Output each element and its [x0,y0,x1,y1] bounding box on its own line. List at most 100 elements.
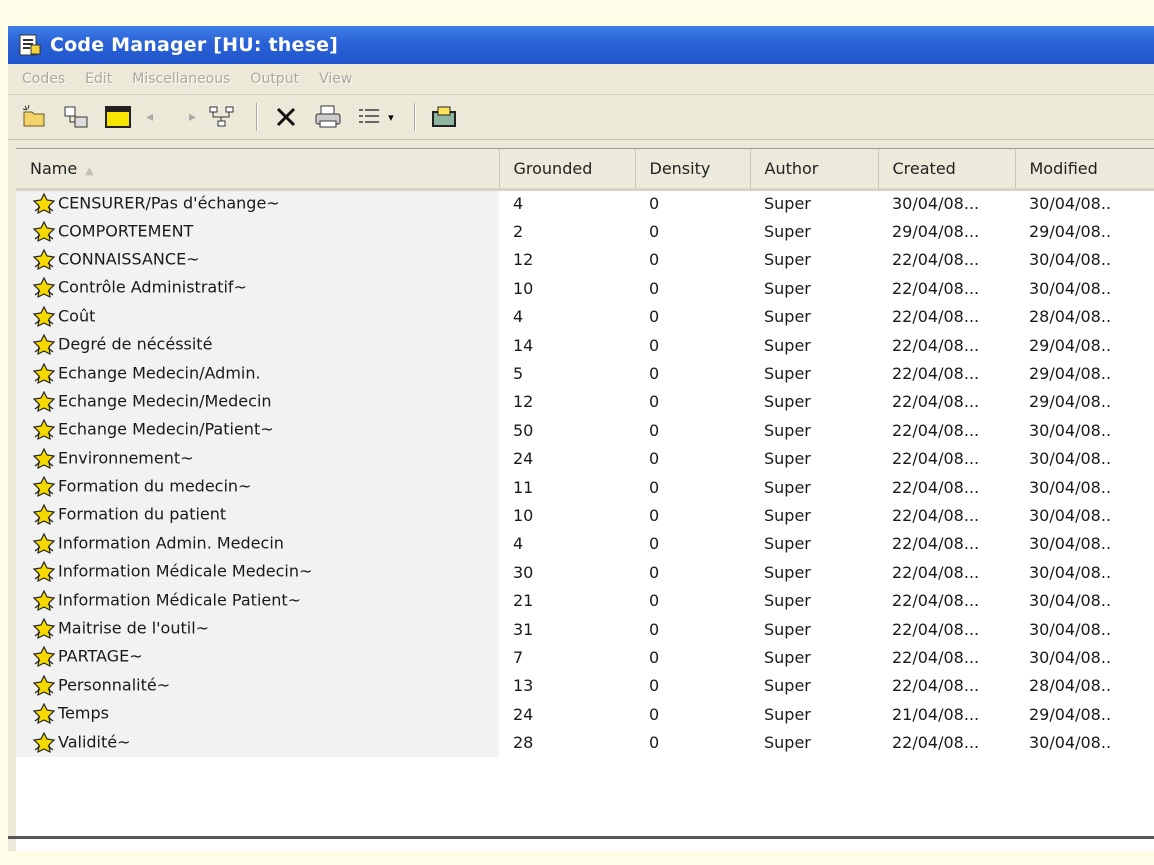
density-cell: 0 [649,647,660,667]
network-button[interactable] [208,103,236,131]
toolbar: ◂ ▸ ▾ [8,95,1154,140]
code-name-cell: Echange Medecin/Patient~ [16,416,499,445]
merge-icon [64,106,88,128]
table-row[interactable]: Echange Medecin/Medecin 12 0 Super 22/04… [16,387,1154,417]
modified-cell: 29/04/08.. [1029,704,1112,724]
column-header-grounded[interactable]: Grounded [499,149,636,191]
code-name: Information Médicale Medecin~ [58,561,313,581]
merge-button[interactable] [62,103,90,131]
code-name: Coût [58,306,96,326]
code-name: COMPORTEMENT [58,221,194,241]
table-row[interactable]: Formation du patient 10 0 Super 22/04/08… [16,501,1154,530]
delete-icon [277,107,296,127]
modified-cell: 30/04/08.. [1029,420,1112,440]
column-header-name[interactable]: Name ▲ [16,149,500,191]
table-row[interactable]: CENSURER/Pas d'échange~ 4 0 Super 30/04/… [16,189,1154,218]
table-row[interactable]: Coût 4 0 Super 22/04/08... 28/04/08.. [16,302,1154,331]
modified-cell: 30/04/08.. [1029,505,1112,525]
code-name-cell: CONNAISSANCE~ [16,245,499,275]
column-header-density[interactable]: Density [635,149,751,191]
code-name-cell: Information Médicale Patient~ [16,586,499,615]
export-button[interactable] [430,103,458,131]
table-row[interactable]: CONNAISSANCE~ 12 0 Super 22/04/08... 30/… [16,245,1154,275]
column-header-modified[interactable]: Modified [1015,149,1154,191]
print-button[interactable] [314,103,342,131]
author-cell: Super [764,449,811,469]
code-name-cell: Echange Medecin/Admin. [16,359,499,388]
table-row[interactable]: Maitrise de l'outil~ 31 0 Super 22/04/08… [16,614,1154,644]
created-cell: 22/04/08... [892,562,980,582]
density-cell: 0 [649,335,660,355]
table-row[interactable]: Echange Medecin/Patient~ 50 0 Super 22/0… [16,416,1154,445]
modified-cell: 29/04/08.. [1029,364,1112,384]
density-cell: 0 [649,420,660,440]
grounded-cell: 5 [513,364,524,384]
table-row[interactable]: Formation du medecin~ 11 0 Super 22/04/0… [16,472,1154,502]
title-bar[interactable]: Code Manager [HU: these] [8,26,1154,64]
density-cell: 0 [649,477,660,497]
density-cell: 0 [649,392,660,412]
table-row[interactable]: PARTAGE~ 7 0 Super 22/04/08... 30/04/08.… [16,643,1154,672]
next-arrow-icon[interactable]: ▸ [189,109,196,125]
code-name-cell: Maitrise de l'outil~ [16,614,499,644]
table-row[interactable]: Information Admin. Medecin 4 0 Super 22/… [16,529,1154,559]
code-name-cell: Environnement~ [16,444,499,473]
density-cell: 0 [649,194,660,214]
code-icon [32,192,56,214]
table-row[interactable]: Environnement~ 24 0 Super 22/04/08... 30… [16,444,1154,473]
author-cell: Super [764,505,811,525]
modified-cell: 30/04/08.. [1029,562,1112,582]
menu-miscellaneous[interactable]: Miscellaneous [132,71,230,87]
table-row[interactable]: Personnalité~ 13 0 Super 22/04/08... 28/… [16,671,1154,701]
code-icon [32,248,56,271]
code-icon [32,277,56,299]
code-name: Echange Medecin/Patient~ [58,419,274,439]
author-cell: Super [764,477,811,497]
code-name-cell: Formation du patient [16,501,499,530]
menu-codes[interactable]: Codes [22,71,65,87]
window-button[interactable] [104,103,132,131]
grounded-cell: 24 [513,704,534,724]
table-row[interactable]: Echange Medecin/Admin. 5 0 Super 22/04/0… [16,359,1154,388]
code-name-cell: Information Médicale Medecin~ [16,558,499,587]
code-name: Contrôle Administratif~ [58,277,247,297]
table-row[interactable]: Validité~ 28 0 Super 22/04/08... 30/04/0… [16,728,1154,757]
prev-arrow-icon[interactable]: ◂ [146,109,153,125]
table-row[interactable]: COMPORTEMENT 2 0 Super 29/04/08... 29/04… [16,217,1154,246]
new-code-icon [22,104,45,127]
code-name: Maitrise de l'outil~ [58,618,210,638]
new-code-button[interactable] [20,103,48,131]
list-view-button[interactable] [356,103,384,131]
table-row[interactable]: Information Médicale Medecin~ 30 0 Super… [16,558,1154,587]
modified-cell: 30/04/08.. [1029,647,1112,667]
table-row[interactable]: Degré de nécéssité 14 0 Super 22/04/08..… [16,330,1154,360]
menu-output[interactable]: Output [250,71,299,87]
created-cell: 29/04/08... [892,222,980,242]
codes-list-view[interactable]: Name ▲ Grounded Density Author Created Mo… [16,148,1154,851]
dropdown-arrow-icon[interactable]: ▾ [388,111,394,124]
column-header-created[interactable]: Created [878,149,1016,191]
code-name-cell: Degré de nécéssité [16,330,499,360]
code-icon [32,731,56,753]
menu-edit[interactable]: Edit [85,71,112,87]
grounded-cell: 13 [513,676,534,696]
table-row[interactable]: Temps 24 0 Super 21/04/08... 29/04/08.. [16,700,1154,729]
grounded-cell: 28 [513,733,534,753]
density-cell: 0 [649,505,660,525]
table-body: CENSURER/Pas d'échange~ 4 0 Super 30/04/… [16,189,1154,757]
created-cell: 22/04/08... [892,676,980,696]
sort-ascending-icon: ▲ [85,163,94,177]
grounded-cell: 31 [513,619,534,639]
code-name-cell: Coût [16,302,499,331]
code-name: CENSURER/Pas d'échange~ [58,193,280,213]
delete-button[interactable] [272,103,300,131]
column-header-author[interactable]: Author [750,149,879,191]
table-row[interactable]: Contrôle Administratif~ 10 0 Super 22/04… [16,274,1154,303]
modified-cell: 30/04/08.. [1029,534,1112,554]
menu-view[interactable]: View [319,71,352,87]
code-icon [32,703,56,725]
print-icon [315,105,341,128]
table-row[interactable]: Information Médicale Patient~ 21 0 Super… [16,586,1154,615]
created-cell: 22/04/08... [892,733,980,753]
modified-cell: 30/04/08.. [1029,591,1112,611]
